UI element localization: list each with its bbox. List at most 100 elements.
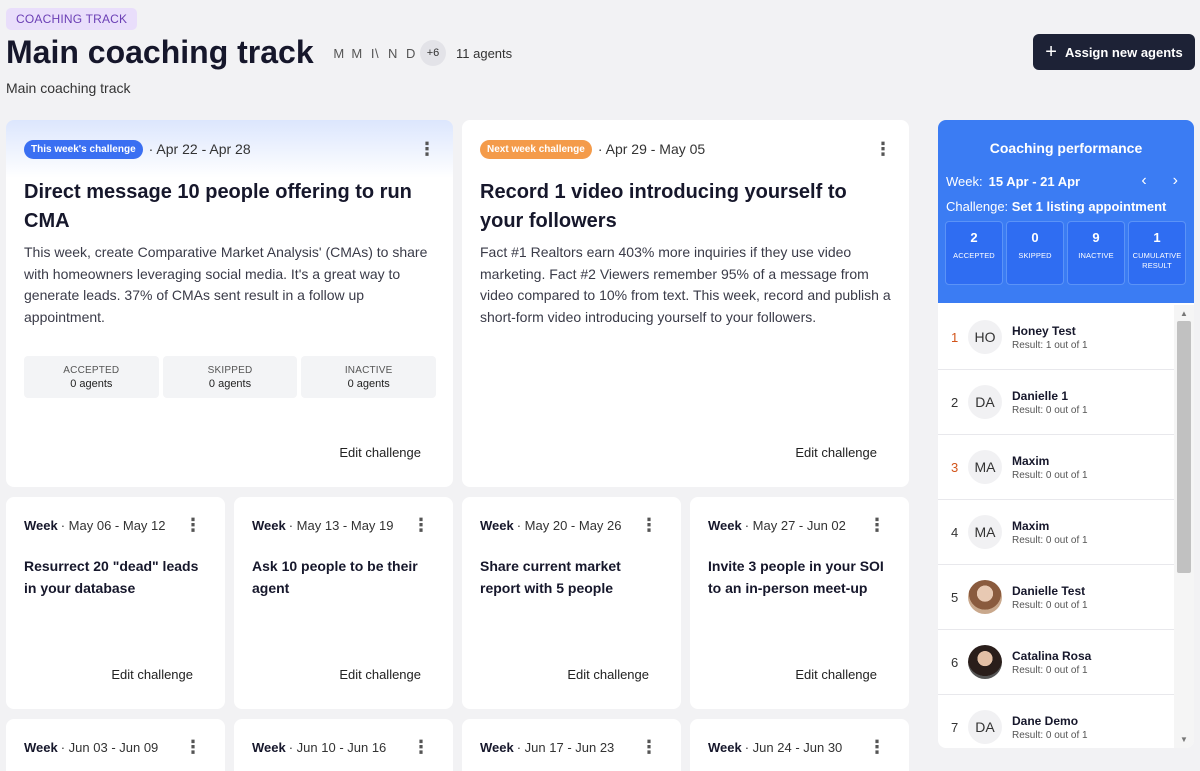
week-dates: · Jun 17 - Jun 23 <box>516 739 615 755</box>
leaderboard-row[interactable]: 6 Catalina Rosa Result: 0 out of 1 <box>938 630 1174 695</box>
performance-stats: 2 ACCEPTED 0 SKIPPED 9 INACTIVE 1 CUMULA… <box>945 221 1186 285</box>
week-dates: · May 20 - May 26 <box>516 517 622 533</box>
more-options-icon[interactable]: ⋮ <box>418 140 436 158</box>
stat-accepted: ACCEPTED 0 agents <box>24 356 159 398</box>
week-challenge-card: Week · Jun 17 - Jun 23 ⋮ <box>462 719 681 771</box>
coaching-performance-panel: Coaching performance Week: 15 Apr - 21 A… <box>938 120 1194 748</box>
more-options-icon[interactable]: ⋮ <box>412 738 430 756</box>
agent-result: Result: 0 out of 1 <box>1012 729 1088 741</box>
agent-name: Maxim <box>1012 518 1050 533</box>
edit-challenge-link[interactable]: Edit challenge <box>339 667 421 682</box>
more-agents-badge[interactable]: +6 <box>420 40 446 66</box>
agents-count: 11 agents <box>456 45 513 61</box>
agent-name: Danielle 1 <box>1012 388 1069 403</box>
agent-result: Result: 1 out of 1 <box>1012 339 1088 351</box>
assign-new-agents-button[interactable]: + Assign new agents <box>1033 34 1195 70</box>
rank: 2 <box>951 394 959 410</box>
challenge-title: Resurrect 20 "dead" leads in your databa… <box>24 558 199 596</box>
challenge-stats: ACCEPTED 0 agents SKIPPED 0 agents INACT… <box>24 356 437 398</box>
agent-result: Result: 0 out of 1 <box>1012 534 1088 546</box>
stat-label: CUMULATIVE RESULT <box>1132 251 1182 270</box>
leaderboard-row[interactable]: 1 HO Honey Test Result: 1 out of 1 <box>938 305 1174 370</box>
avatar: MA <box>968 515 1002 549</box>
avatar: MA <box>968 450 1002 484</box>
chevron-left-icon[interactable]: ‹ <box>1141 172 1146 190</box>
week-challenge-card: Week · May 27 - Jun 02 ⋮ Invite 3 people … <box>690 497 909 709</box>
stat-inactive: INACTIVE 0 agents <box>301 356 437 398</box>
week-label: Week <box>24 739 58 755</box>
agent-name: Catalina Rosa <box>1012 648 1092 663</box>
more-options-icon[interactable]: ⋮ <box>874 140 892 158</box>
scroll-down-icon[interactable]: ▼ <box>1174 735 1194 744</box>
scrollbar-thumb[interactable] <box>1177 321 1191 573</box>
challenge-value: Set 1 listing appointment <box>1011 199 1167 214</box>
performance-header: Coaching performance Week: 15 Apr - 21 A… <box>938 120 1194 303</box>
performance-week: Week: 15 Apr - 21 Apr ‹ › <box>946 172 1186 190</box>
next-challenge-card: Next week challenge · Apr 29 - May 05 ⋮ … <box>462 120 909 487</box>
week-label: Week <box>480 517 514 533</box>
more-options-icon[interactable]: ⋮ <box>184 516 202 534</box>
agent-avatars[interactable]: M M I\ N D +6 11 agents <box>330 40 512 66</box>
challenge-title: Record 1 video introducing yourself to y… <box>480 181 847 232</box>
agent-name: Maxim <box>1012 453 1050 468</box>
avatar: M <box>351 45 363 61</box>
avatar: N <box>388 45 398 61</box>
week-dates: · Jun 24 - Jun 30 <box>744 739 843 755</box>
edit-challenge-link[interactable]: Edit challenge <box>795 445 877 460</box>
rank: 5 <box>951 589 959 605</box>
edit-challenge-link[interactable]: Edit challenge <box>795 667 877 682</box>
edit-challenge-link[interactable]: Edit challenge <box>339 445 421 460</box>
week-value: 15 Apr - 21 Apr <box>988 173 1081 189</box>
challenge-title: Ask 10 people to be their agent <box>252 558 418 596</box>
next-week-badge: Next week challenge <box>480 139 592 159</box>
more-options-icon[interactable]: ⋮ <box>640 738 658 756</box>
edit-challenge-link[interactable]: Edit challenge <box>567 667 649 682</box>
leaderboard-row[interactable]: 2 DA Danielle 1 Result: 0 out of 1 <box>938 370 1174 435</box>
edit-challenge-link[interactable]: Edit challenge <box>111 667 193 682</box>
avatar: DA <box>968 710 1002 744</box>
leaderboard-row[interactable]: 5 Danielle Test Result: 0 out of 1 <box>938 565 1174 630</box>
avatar-photo <box>968 580 1002 614</box>
page-subtitle: Main coaching track <box>6 80 131 96</box>
leaderboard-row[interactable]: 4 MA Maxim Result: 0 out of 1 <box>938 500 1174 565</box>
agent-result: Result: 0 out of 1 <box>1012 469 1088 481</box>
leaderboard-row[interactable]: 3 MA Maxim Result: 0 out of 1 <box>938 435 1174 500</box>
stat-value: 0 <box>1031 230 1039 245</box>
week-dates: · May 06 - May 12 <box>60 517 166 533</box>
week-dates: · May 13 - May 19 <box>288 517 394 533</box>
stat-value: 0 agents <box>70 377 113 390</box>
week-challenge-card: Week · Jun 24 - Jun 30 ⋮ <box>690 719 909 771</box>
stat-label: ACCEPTED <box>953 251 995 260</box>
avatar: D <box>406 45 416 61</box>
more-options-icon[interactable]: ⋮ <box>640 516 658 534</box>
avatar: M <box>333 45 345 61</box>
stat-label: INACTIVE <box>1078 251 1114 260</box>
challenge-title: Invite 3 people in your SOI to an in-per… <box>708 558 884 596</box>
week-label: Week: <box>946 173 983 189</box>
more-options-icon[interactable]: ⋮ <box>184 738 202 756</box>
more-options-icon[interactable]: ⋮ <box>868 516 886 534</box>
week-dates: · Jun 10 - Jun 16 <box>288 739 387 755</box>
week-label: Week <box>708 517 742 533</box>
rank: 7 <box>951 719 959 735</box>
more-options-icon[interactable]: ⋮ <box>412 516 430 534</box>
stat-value: 9 <box>1092 230 1100 245</box>
week-label: Week <box>252 739 286 755</box>
more-options-icon[interactable]: ⋮ <box>868 738 886 756</box>
avatar: DA <box>968 385 1002 419</box>
week-dates: · May 27 - Jun 02 <box>744 517 846 533</box>
agent-name: Dane Demo <box>1012 713 1079 728</box>
this-week-badge: This week's challenge <box>24 139 143 159</box>
chevron-right-icon[interactable]: › <box>1173 172 1178 190</box>
performance-title: Coaching performance <box>989 140 1143 156</box>
stat-value: 1 <box>1153 230 1161 245</box>
scroll-up-icon[interactable]: ▲ <box>1174 309 1194 318</box>
avatar-photo <box>968 645 1002 679</box>
leaderboard-scrollbar[interactable]: ▲ ▼ <box>1174 305 1194 748</box>
stat-skipped: 0 SKIPPED <box>1006 221 1064 285</box>
leaderboard-row[interactable]: 7 DA Dane Demo Result: 0 out of 1 <box>938 695 1174 748</box>
week-label: Week <box>708 739 742 755</box>
rank: 3 <box>951 459 959 475</box>
week-challenge-card: Week · Jun 03 - Jun 09 ⋮ <box>6 719 225 771</box>
challenge-dates: · Apr 29 - May 05 <box>597 141 706 157</box>
